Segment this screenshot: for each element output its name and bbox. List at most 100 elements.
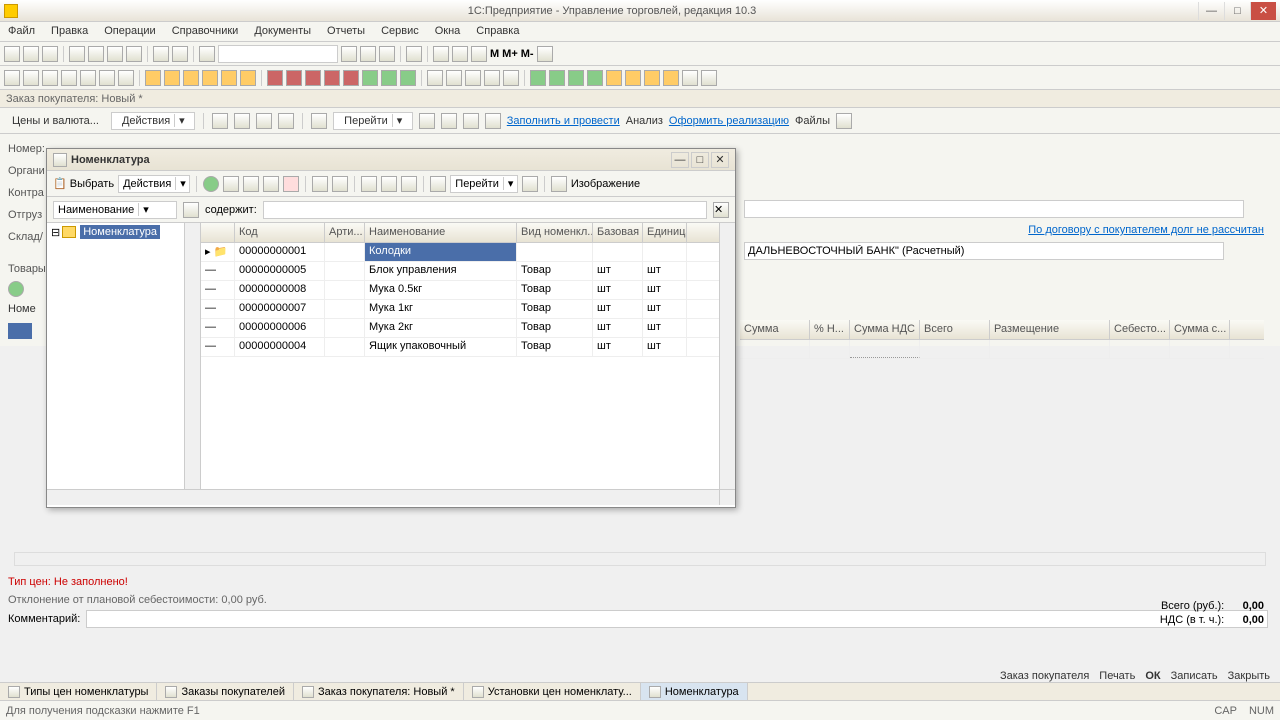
tool-e-icon[interactable] xyxy=(80,70,96,86)
dialog-actions-dropdown[interactable]: Действия▾ xyxy=(118,175,190,193)
col-article[interactable]: Арти... xyxy=(325,223,365,242)
prices-button[interactable]: Цены и валюта... xyxy=(6,113,105,129)
mem-mminus[interactable]: М- xyxy=(521,48,534,60)
save-button[interactable]: Записать xyxy=(1171,670,1218,682)
tool-ah-icon[interactable] xyxy=(663,70,679,86)
tool-g-icon[interactable] xyxy=(118,70,134,86)
doc-tool-4-icon[interactable] xyxy=(278,113,294,129)
filter-input[interactable] xyxy=(263,201,707,219)
open-icon[interactable] xyxy=(23,46,39,62)
tool-a-icon[interactable] xyxy=(4,70,20,86)
task-price-types[interactable]: Типы цен номенклатуры xyxy=(0,683,157,700)
mem-m[interactable]: М xyxy=(490,48,499,60)
tool-d-icon[interactable] xyxy=(61,70,77,86)
menu-documents[interactable]: Документы xyxy=(246,22,319,41)
delete-icon[interactable] xyxy=(283,176,299,192)
col-icon[interactable] xyxy=(201,223,235,242)
move-icon[interactable] xyxy=(312,176,328,192)
tool-t-icon[interactable] xyxy=(381,70,397,86)
tree-scrollbar[interactable] xyxy=(184,223,200,489)
filter-search-icon[interactable] xyxy=(183,202,199,218)
search-input[interactable] xyxy=(218,45,338,63)
tool-ac-icon[interactable] xyxy=(568,70,584,86)
tool-aj-icon[interactable] xyxy=(701,70,717,86)
doc-tool-3-icon[interactable] xyxy=(256,113,272,129)
maximize-button[interactable]: □ xyxy=(1224,2,1250,20)
select-button[interactable]: 📋 Выбрать xyxy=(53,177,114,190)
bg-col-place[interactable]: Размещение xyxy=(990,320,1110,339)
copy-row-icon[interactable] xyxy=(243,176,259,192)
tool-w-icon[interactable] xyxy=(446,70,462,86)
table-row[interactable]: —00000000007Мука 1кгТоварштшт xyxy=(201,300,719,319)
find-icon[interactable] xyxy=(341,46,357,62)
doc-tool-10-icon[interactable] xyxy=(836,113,852,129)
filter2-icon[interactable] xyxy=(381,176,397,192)
menu-help[interactable]: Справка xyxy=(468,22,527,41)
bg-col-sumc[interactable]: Сумма с... xyxy=(1170,320,1230,339)
hierarchy-icon[interactable] xyxy=(332,176,348,192)
back-icon[interactable] xyxy=(153,46,169,62)
tool-o-icon[interactable] xyxy=(286,70,302,86)
bg-col-total[interactable]: Всего xyxy=(920,320,990,339)
analysis-link[interactable]: Анализ xyxy=(626,115,663,127)
tool-h-icon[interactable] xyxy=(145,70,161,86)
tool-ae-icon[interactable] xyxy=(606,70,622,86)
tool-k-icon[interactable] xyxy=(202,70,218,86)
debt-link[interactable]: По договору с покупателем долг не рассчи… xyxy=(1028,224,1264,236)
mem-mplus[interactable]: М+ xyxy=(502,48,518,60)
help-icon[interactable] xyxy=(406,46,422,62)
grid-scrollbar[interactable] xyxy=(719,223,735,489)
tool-u-icon[interactable] xyxy=(400,70,416,86)
tool-n-icon[interactable] xyxy=(267,70,283,86)
minimize-button[interactable]: — xyxy=(1198,2,1224,20)
bg-col-vat-pct[interactable]: % Н... xyxy=(810,320,850,339)
task-nomenclature[interactable]: Номенклатура xyxy=(641,683,748,700)
content-hscrollbar[interactable] xyxy=(14,552,1266,566)
new-icon[interactable] xyxy=(4,46,20,62)
tool-j-icon[interactable] xyxy=(183,70,199,86)
filter-clear-icon[interactable]: ✕ xyxy=(713,202,729,218)
tool-q-icon[interactable] xyxy=(324,70,340,86)
calc-icon[interactable] xyxy=(433,46,449,62)
image-button[interactable]: Изображение xyxy=(571,178,640,190)
selected-cell[interactable] xyxy=(8,323,32,339)
refresh-icon[interactable] xyxy=(430,176,446,192)
add-folder-icon[interactable] xyxy=(223,176,239,192)
order-link[interactable]: Заказ покупателя xyxy=(1000,670,1089,682)
dialog-minimize-button[interactable]: — xyxy=(671,152,689,168)
tool-ai-icon[interactable] xyxy=(682,70,698,86)
dialog-maximize-button[interactable]: □ xyxy=(691,152,709,168)
tool-af-icon[interactable] xyxy=(625,70,641,86)
cut-icon[interactable] xyxy=(69,46,85,62)
filter-icon[interactable] xyxy=(361,176,377,192)
tool-aa-icon[interactable] xyxy=(530,70,546,86)
tool-c-icon[interactable] xyxy=(42,70,58,86)
paste-icon[interactable] xyxy=(107,46,123,62)
calendar-icon[interactable] xyxy=(452,46,468,62)
tool-ad-icon[interactable] xyxy=(587,70,603,86)
zoom-icon[interactable] xyxy=(199,46,215,62)
dialog-close-button[interactable]: ✕ xyxy=(711,152,729,168)
menu-file[interactable]: Файл xyxy=(0,22,43,41)
document-tab[interactable]: Заказ покупателя: Новый * xyxy=(0,90,1280,108)
clipboard-icon[interactable] xyxy=(379,46,395,62)
tool-i-icon[interactable] xyxy=(164,70,180,86)
bank-input[interactable] xyxy=(744,242,1224,260)
copy-icon[interactable] xyxy=(88,46,104,62)
find-next-icon[interactable] xyxy=(360,46,376,62)
bg-col-sum[interactable]: Сумма xyxy=(740,320,810,339)
settings-icon[interactable] xyxy=(537,46,553,62)
task-new-order[interactable]: Заказ покупателя: Новый * xyxy=(294,683,464,700)
tool-l-icon[interactable] xyxy=(221,70,237,86)
menu-service[interactable]: Сервис xyxy=(373,22,427,41)
close-doc-button[interactable]: Закрыть xyxy=(1228,670,1270,682)
col-name[interactable]: Наименование xyxy=(365,223,517,242)
menu-operations[interactable]: Операции xyxy=(96,22,163,41)
report-icon[interactable] xyxy=(551,176,567,192)
actions-dropdown[interactable]: Действия▾ xyxy=(111,112,195,130)
print-button[interactable]: Печать xyxy=(1099,670,1135,682)
bg-col-cost[interactable]: Себесто... xyxy=(1110,320,1170,339)
tool-v-icon[interactable] xyxy=(427,70,443,86)
save-icon[interactable] xyxy=(42,46,58,62)
tool-z-icon[interactable] xyxy=(503,70,519,86)
